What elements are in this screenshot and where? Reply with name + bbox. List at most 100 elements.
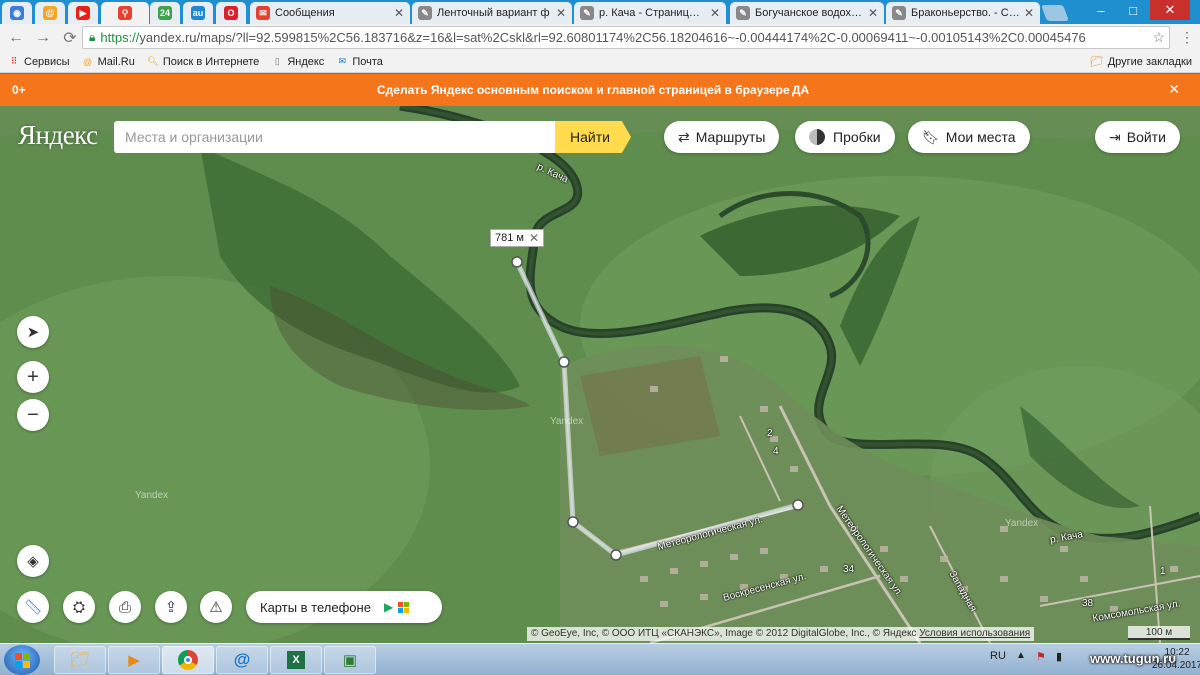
bookmark-item[interactable]: @ Mail.Ru: [82, 56, 135, 68]
back-icon[interactable]: ←: [5, 27, 27, 49]
map-scale: 100 м: [1128, 626, 1190, 640]
print-icon[interactable]: ⎙: [109, 591, 141, 623]
routes-label: Маршруты: [695, 129, 766, 145]
watermark: Yandex: [1005, 518, 1039, 529]
share-icon[interactable]: ⇪: [155, 591, 187, 623]
tab-title: Сообщения: [275, 7, 335, 19]
clock-time: 10:22: [1164, 647, 1190, 658]
pinned-tab[interactable]: O: [216, 2, 246, 24]
new-tab-button[interactable]: [1041, 5, 1069, 21]
windows-icon: [398, 601, 410, 613]
bookmark-item[interactable]: ▯ Яндекс: [271, 56, 324, 68]
browser-toolbar: ← → ⟳ 🔒︎ https:// yandex.ru/maps/?ll=92.…: [0, 24, 1200, 51]
traffic-button[interactable]: Пробки: [795, 121, 895, 153]
browser-tab[interactable]: ✎ Браконьерство. - Стра ✕: [886, 2, 1040, 24]
browser-tab[interactable]: ✎ р. Кача - Страница 24 ✕: [574, 2, 726, 24]
reload-icon[interactable]: ⟳: [59, 27, 81, 49]
chrome-icon: [178, 650, 198, 670]
search-box[interactable]: [114, 121, 556, 153]
bookmark-star-icon[interactable]: ☆: [1152, 29, 1165, 46]
bookmark-item[interactable]: ✉ Почта: [336, 56, 383, 68]
chrome-taskbar-button[interactable]: [162, 646, 214, 674]
messages-icon: ✉: [256, 6, 270, 20]
bookmark-label: Mail.Ru: [97, 55, 135, 68]
panorama-binoculars-icon[interactable]: ⛭: [63, 591, 95, 623]
excel-taskbar-button[interactable]: X: [270, 646, 322, 674]
pinned-tab[interactable]: ▶: [68, 2, 98, 24]
system-clock[interactable]: 10:22 26.04.2017: [1152, 646, 1200, 672]
house-number: 34: [843, 564, 855, 575]
maximize-icon[interactable]: □: [1117, 0, 1149, 20]
house-number: 1: [1160, 566, 1166, 577]
mailru-icon: @: [43, 6, 57, 20]
pinned-tab[interactable]: au: [183, 2, 213, 24]
yandex-logo[interactable]: Яндекс: [18, 120, 98, 151]
browser-tab-strip: ◉ @ ▶ ⚲ 24 au O ✉ Сообщения ✕ ✎ Ленточный вариант ф…: [0, 0, 1200, 24]
tray-expand-icon[interactable]: ▲: [1016, 650, 1026, 661]
bookmark-item[interactable]: ⠿ Сервисы: [8, 56, 70, 68]
browser-tab[interactable]: ✉ Сообщения ✕: [250, 2, 410, 24]
layers-icon[interactable]: ◈: [17, 545, 49, 577]
tab-close-icon[interactable]: ✕: [394, 6, 404, 20]
other-bookmarks-label: Другие закладки: [1107, 55, 1192, 68]
folder-icon: 📁︎: [1089, 56, 1104, 68]
start-button[interactable]: [4, 645, 40, 675]
browser-tab[interactable]: ✎ Ленточный вариант ф ✕: [412, 2, 572, 24]
signal-icon[interactable]: ▮: [1056, 650, 1062, 663]
language-indicator[interactable]: RU: [990, 650, 1006, 662]
folder-icon: 📁︎: [69, 652, 91, 669]
other-bookmarks[interactable]: 📁︎ Другие закладки: [1089, 55, 1192, 69]
promo-accept-button[interactable]: ДА: [792, 83, 809, 97]
feather-icon: ✎: [418, 6, 432, 20]
chrome-apps-icon: ◉: [10, 6, 24, 20]
browser-tab[interactable]: ✎ Богучанское водохран ✕: [730, 2, 884, 24]
mail-agent-taskbar-button[interactable]: @: [216, 646, 268, 674]
zoom-out-icon[interactable]: −: [17, 399, 49, 431]
app-taskbar-button[interactable]: ▣: [324, 646, 376, 674]
search-globe-icon: 🔍︎: [147, 56, 159, 66]
pinned-tab[interactable]: 24: [150, 2, 180, 24]
window-close-icon[interactable]: ✕: [1150, 0, 1190, 20]
geolocation-icon[interactable]: ➤: [17, 316, 49, 348]
pinned-tab[interactable]: ◉: [2, 2, 32, 24]
login-icon: ⇥: [1109, 128, 1121, 145]
network-warning-icon[interactable]: ⚑: [1036, 650, 1046, 663]
ruler-distance-label: 781 м ✕: [490, 229, 545, 247]
tab-title: Ленточный вариант ф: [437, 7, 550, 19]
tab-close-icon[interactable]: ✕: [556, 6, 566, 20]
minimize-icon[interactable]: –: [1085, 0, 1117, 20]
map-view[interactable]: Яндекс Найти ⇄ Маршруты Пробки 🔖︎ Мои ме…: [0, 106, 1200, 643]
tab-close-icon[interactable]: ✕: [710, 6, 720, 20]
media-player-taskbar-button[interactable]: ▶: [108, 646, 160, 674]
tab-close-icon[interactable]: ✕: [868, 6, 878, 20]
promo-banner: 0+ Сделать Яндекс основным поиском и гла…: [0, 74, 1200, 106]
forward-icon[interactable]: →: [32, 27, 54, 49]
mobile-app-button[interactable]: Карты в телефоне ▶: [246, 591, 442, 623]
routes-button[interactable]: ⇄ Маршруты: [664, 121, 780, 153]
address-bar[interactable]: 🔒︎ https:// yandex.ru/maps/?ll=92.599815…: [82, 26, 1170, 49]
my-places-button[interactable]: 🔖︎ Мои места: [908, 121, 1030, 153]
pinned-tab[interactable]: @: [35, 2, 65, 24]
copyright-text: © GeoEye, Inc, © ООО ИТЦ «СКАНЭКС», Imag…: [531, 628, 917, 639]
pinned-tab[interactable]: ⚲: [101, 2, 149, 24]
lock-icon: 🔒︎: [89, 30, 96, 44]
site-24-icon: 24: [158, 6, 172, 20]
site-au-icon: au: [191, 6, 205, 20]
terms-link[interactable]: Условия использования: [919, 628, 1030, 639]
chrome-menu-icon[interactable]: ⋮: [1180, 28, 1194, 46]
ruler-icon[interactable]: 📏︎: [17, 591, 49, 623]
login-button[interactable]: ⇥ Войти: [1095, 121, 1180, 153]
search-input[interactable]: [125, 129, 556, 145]
house-number: 4: [773, 446, 779, 457]
report-error-icon[interactable]: ⚠: [200, 591, 232, 623]
feather-icon: ✎: [892, 6, 906, 20]
zoom-in-icon[interactable]: +: [17, 361, 49, 393]
bookmark-label: Сервисы: [24, 55, 70, 68]
find-button[interactable]: Найти: [555, 121, 631, 153]
bookmark-item[interactable]: 🔍︎ Поиск в Интернете: [147, 56, 259, 68]
promo-close-icon[interactable]: ✕: [1168, 81, 1180, 98]
bookmark-label: Поиск в Интернете: [162, 55, 260, 68]
explorer-taskbar-button[interactable]: 📁︎: [54, 646, 106, 674]
tab-close-icon[interactable]: ✕: [1024, 6, 1034, 20]
ruler-remove-icon[interactable]: ✕: [529, 231, 539, 245]
